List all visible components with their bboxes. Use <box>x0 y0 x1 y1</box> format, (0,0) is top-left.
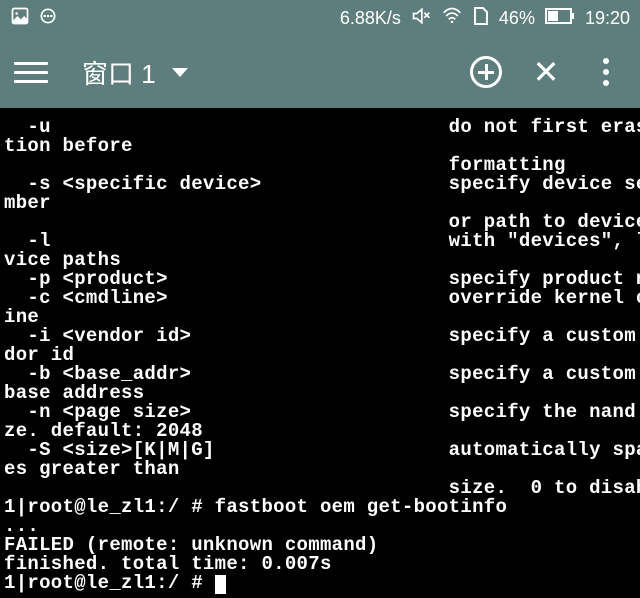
tab-selector[interactable]: 窗口 1 <box>82 54 188 91</box>
tab-title: 窗口 1 <box>82 54 156 91</box>
terminal-prompt: 1|root@le_zl1:/ # <box>4 572 215 594</box>
sim-icon <box>473 6 489 31</box>
more-button[interactable] <box>586 52 626 92</box>
image-icon <box>10 6 30 31</box>
more-vertical-icon <box>603 58 609 86</box>
clock-time: 19:20 <box>585 8 630 29</box>
app-bar: 窗口 1 ✕ <box>0 36 640 108</box>
status-bar: 6.88K/s 46% 19:20 <box>0 0 640 36</box>
terminal-output[interactable]: -u do not first erase parti tion before … <box>0 108 640 598</box>
battery-icon <box>545 8 575 29</box>
chevron-down-icon <box>172 68 188 77</box>
cursor <box>215 575 226 594</box>
wifi-icon <box>441 6 463 31</box>
close-button[interactable]: ✕ <box>526 52 566 92</box>
circle-icon <box>38 6 58 31</box>
close-icon: ✕ <box>533 56 560 88</box>
mute-icon <box>411 6 431 31</box>
add-tab-button[interactable] <box>466 52 506 92</box>
network-speed: 6.88K/s <box>340 8 401 29</box>
terminal-lines: -u do not first erase parti tion before … <box>4 118 636 574</box>
plus-circle-icon <box>470 56 502 88</box>
menu-button[interactable] <box>14 62 48 83</box>
battery-percent: 46% <box>499 8 535 29</box>
